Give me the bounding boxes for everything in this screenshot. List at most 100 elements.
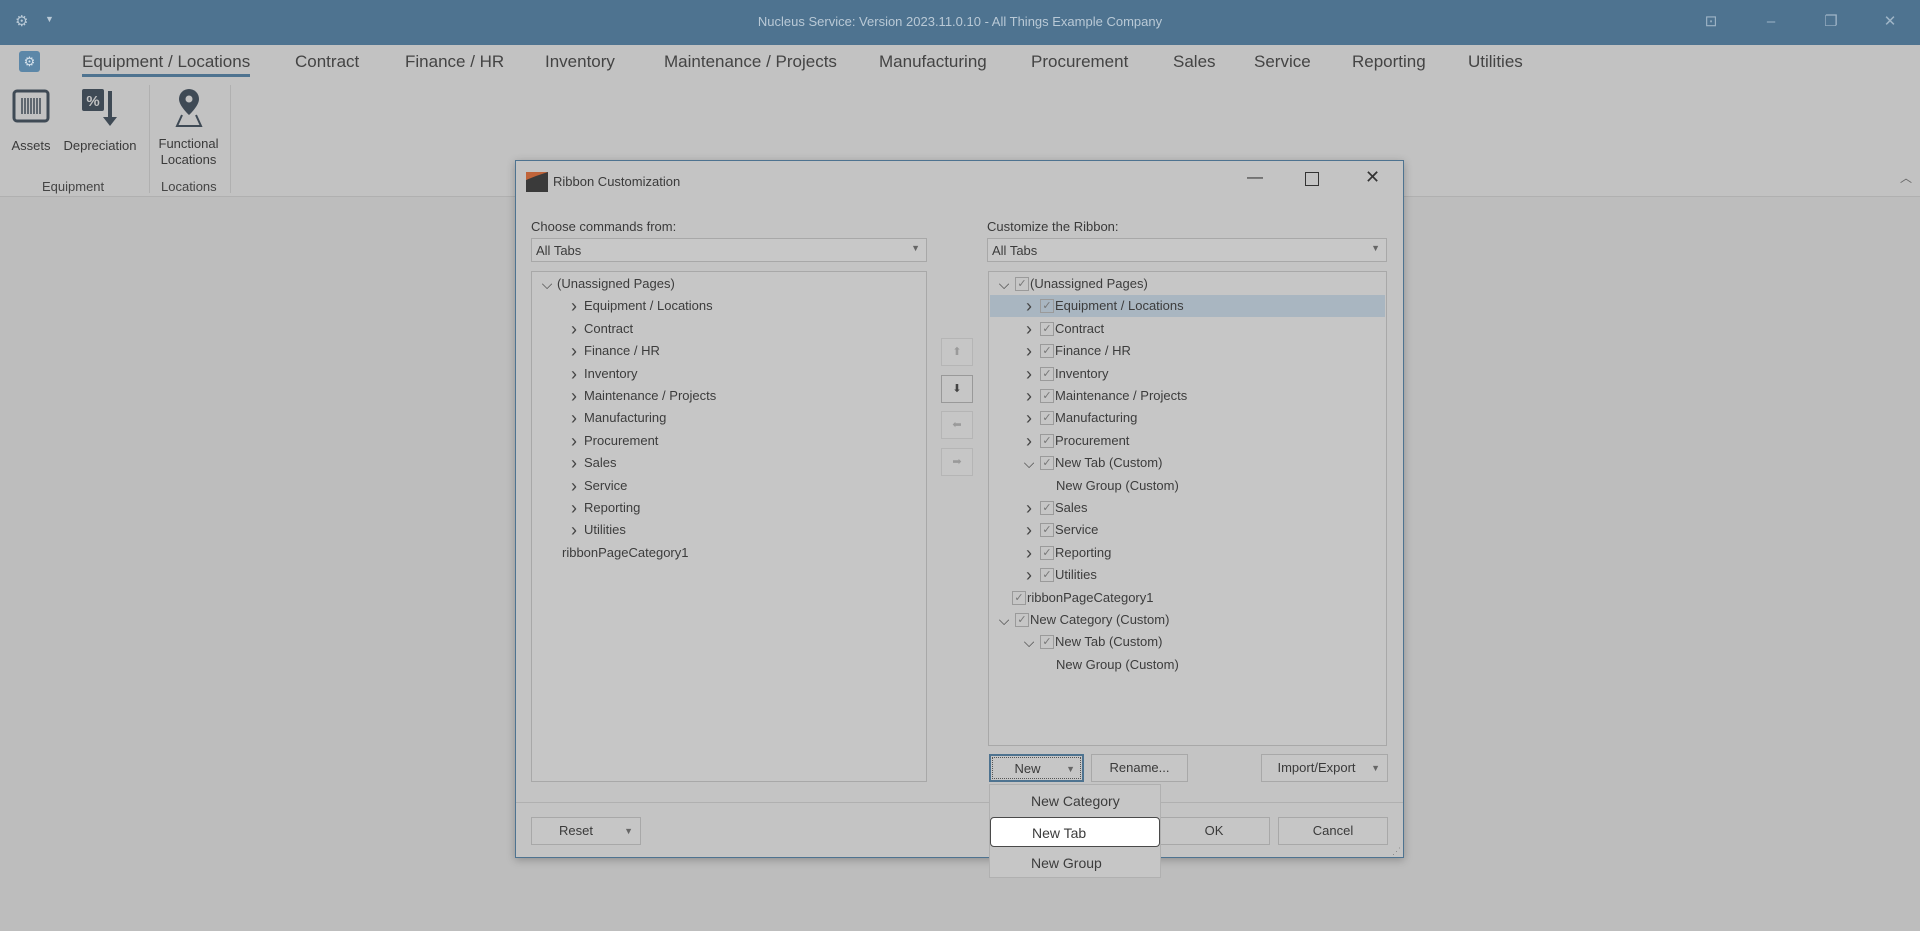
tree-item[interactable]: › ✓ Inventory	[990, 363, 1385, 385]
menu-item-new-category[interactable]: New Category	[990, 786, 1160, 816]
chevron-right-icon[interactable]: ›	[1023, 295, 1035, 317]
checkbox[interactable]: ✓	[1040, 433, 1054, 448]
menu-item-new-tab[interactable]: New Tab	[990, 817, 1160, 847]
tree-item[interactable]: › ✓ Service	[990, 519, 1385, 541]
tab-sales[interactable]: Sales	[1173, 52, 1216, 72]
chevron-right-icon[interactable]: ›	[568, 363, 580, 385]
checkbox[interactable]: ✓	[1040, 501, 1054, 515]
tree-item[interactable]: ⌵ (Unassigned Pages)	[533, 273, 925, 295]
checkbox[interactable]: ✓	[1040, 299, 1054, 314]
dialog-close-icon[interactable]: ✕	[1365, 167, 1380, 188]
chevron-right-icon[interactable]: ›	[568, 385, 580, 407]
move-up-button[interactable]: ⬆	[941, 338, 973, 366]
chevron-right-icon[interactable]: ›	[568, 497, 580, 519]
chevron-right-icon[interactable]: ›	[1023, 519, 1035, 541]
restore-icon[interactable]: ❐	[1819, 10, 1843, 34]
add-button[interactable]: ➡	[941, 448, 973, 476]
tree-item[interactable]: › Sales	[533, 452, 925, 474]
app-menu-button[interactable]: ⚙	[19, 51, 40, 72]
checkbox[interactable]: ✓	[1040, 344, 1054, 359]
tab-contract[interactable]: Contract	[295, 52, 359, 72]
dialog-maximize-icon[interactable]	[1305, 172, 1319, 186]
chevron-right-icon[interactable]: ›	[568, 318, 580, 340]
tree-item[interactable]: › Reporting	[533, 497, 925, 519]
checkbox[interactable]: ✓	[1040, 545, 1054, 560]
checkbox[interactable]: ✓	[1040, 366, 1054, 381]
collapse-ribbon-icon[interactable]: ︿	[1900, 169, 1912, 186]
chevron-right-icon[interactable]: ›	[1023, 363, 1035, 385]
chevron-right-icon[interactable]: ›	[568, 519, 580, 541]
tab-utilities[interactable]: Utilities	[1468, 52, 1523, 72]
checkbox[interactable]: ✓	[1040, 456, 1054, 471]
chevron-right-icon[interactable]: ›	[1023, 340, 1035, 362]
tab-manufacturing[interactable]: Manufacturing	[879, 52, 987, 72]
tree-item[interactable]: › ✓ Manufacturing	[990, 407, 1385, 429]
tree-item[interactable]: › ✓ Sales	[990, 497, 1385, 519]
tree-item[interactable]: › ✓ Reporting	[990, 542, 1385, 564]
minimize-icon[interactable]: –	[1759, 10, 1783, 34]
functional-locations-button[interactable]: Functional Locations	[152, 87, 225, 168]
resize-grip-icon[interactable]: ⋰	[1392, 846, 1401, 857]
checkbox[interactable]: ✓	[1040, 389, 1054, 403]
tree-item[interactable]: › ✓ Procurement	[990, 430, 1385, 452]
choose-commands-combo[interactable]: All Tabs ▼	[531, 238, 927, 262]
tab-reporting[interactable]: Reporting	[1352, 52, 1426, 72]
commands-tree[interactable]: ⌵ (Unassigned Pages) › Equipment / Location…	[531, 271, 927, 782]
chevron-down-icon[interactable]: ⌵	[1023, 631, 1035, 653]
dialog-minimize-icon[interactable]: —	[1247, 169, 1263, 187]
depreciation-button[interactable]: % Depreciation	[60, 87, 140, 153]
tab-equipment-locations[interactable]: Equipment / Locations	[82, 52, 251, 77]
tree-item[interactable]: › ✓ Equipment / Locations	[990, 295, 1385, 318]
tree-item[interactable]: ⌵ ✓ (Unassigned Pages)	[990, 273, 1385, 295]
tree-item[interactable]: › Maintenance / Projects	[533, 385, 925, 407]
chevron-down-icon[interactable]: ⌵	[1023, 452, 1035, 474]
tree-item[interactable]: › Service	[533, 475, 925, 497]
chevron-right-icon[interactable]: ›	[1023, 318, 1035, 340]
ribbon-tree[interactable]: ⌵ ✓ (Unassigned Pages) › ✓ Equipment / Locati…	[988, 271, 1387, 746]
new-dropdown-button[interactable]: New ▼	[989, 754, 1084, 782]
tab-maintenance-projects[interactable]: Maintenance / Projects	[664, 52, 837, 72]
chevron-right-icon[interactable]: ›	[1023, 564, 1035, 586]
move-down-button[interactable]: ⬇	[941, 375, 973, 403]
chevron-down-icon[interactable]: ⌵	[998, 609, 1010, 631]
chevron-right-icon[interactable]: ›	[568, 430, 580, 452]
close-icon[interactable]: ✕	[1878, 10, 1902, 34]
chevron-right-icon[interactable]: ›	[1023, 407, 1035, 429]
chevron-down-icon[interactable]: ⌵	[541, 273, 553, 295]
tab-inventory[interactable]: Inventory	[545, 52, 615, 72]
tab-finance-hr[interactable]: Finance / HR	[405, 52, 504, 72]
chevron-down-icon[interactable]: ⌵	[998, 273, 1010, 295]
tree-item[interactable]: › ✓ Contract	[990, 318, 1385, 340]
checkbox[interactable]: ✓	[1040, 568, 1054, 583]
assets-button[interactable]: Assets	[8, 87, 54, 153]
tree-item[interactable]: › Contract	[533, 318, 925, 340]
chevron-right-icon[interactable]: ›	[568, 340, 580, 362]
tree-item[interactable]: › Utilities	[533, 519, 925, 541]
chevron-right-icon[interactable]: ›	[1023, 497, 1035, 519]
chevron-right-icon[interactable]: ›	[568, 295, 580, 317]
checkbox[interactable]: ✓	[1040, 321, 1054, 336]
chevron-right-icon[interactable]: ›	[568, 452, 580, 474]
cancel-button[interactable]: Cancel	[1278, 817, 1388, 845]
chevron-right-icon[interactable]: ›	[1023, 542, 1035, 564]
chevron-right-icon[interactable]: ›	[568, 475, 580, 497]
tree-item[interactable]: ribbonPageCategory1	[533, 542, 925, 564]
tree-item[interactable]: ✓ ribbonPageCategory1	[990, 587, 1385, 609]
ribbon-display-options-icon[interactable]: ⊡	[1699, 10, 1723, 34]
menu-item-new-group[interactable]: New Group	[990, 848, 1160, 878]
checkbox[interactable]: ✓	[1040, 523, 1054, 538]
tree-item[interactable]: › Manufacturing	[533, 407, 925, 429]
tree-item[interactable]: › Procurement	[533, 430, 925, 452]
tab-procurement[interactable]: Procurement	[1031, 52, 1128, 72]
tree-item[interactable]: New Group (Custom)	[990, 475, 1385, 497]
tree-item[interactable]: ⌵ ✓ New Tab (Custom)	[990, 631, 1385, 653]
tree-item[interactable]: › Finance / HR	[533, 340, 925, 362]
import-export-button[interactable]: Import/Export ▼	[1261, 754, 1388, 782]
tree-item[interactable]: › ✓ Maintenance / Projects	[990, 385, 1385, 407]
remove-button[interactable]: ⬅	[941, 411, 973, 439]
chevron-right-icon[interactable]: ›	[568, 407, 580, 429]
tree-item[interactable]: ⌵ ✓ New Tab (Custom)	[990, 452, 1385, 474]
checkbox[interactable]: ✓	[1015, 277, 1029, 291]
tree-item[interactable]: › Equipment / Locations	[533, 295, 925, 317]
tree-item[interactable]: › ✓ Finance / HR	[990, 340, 1385, 362]
